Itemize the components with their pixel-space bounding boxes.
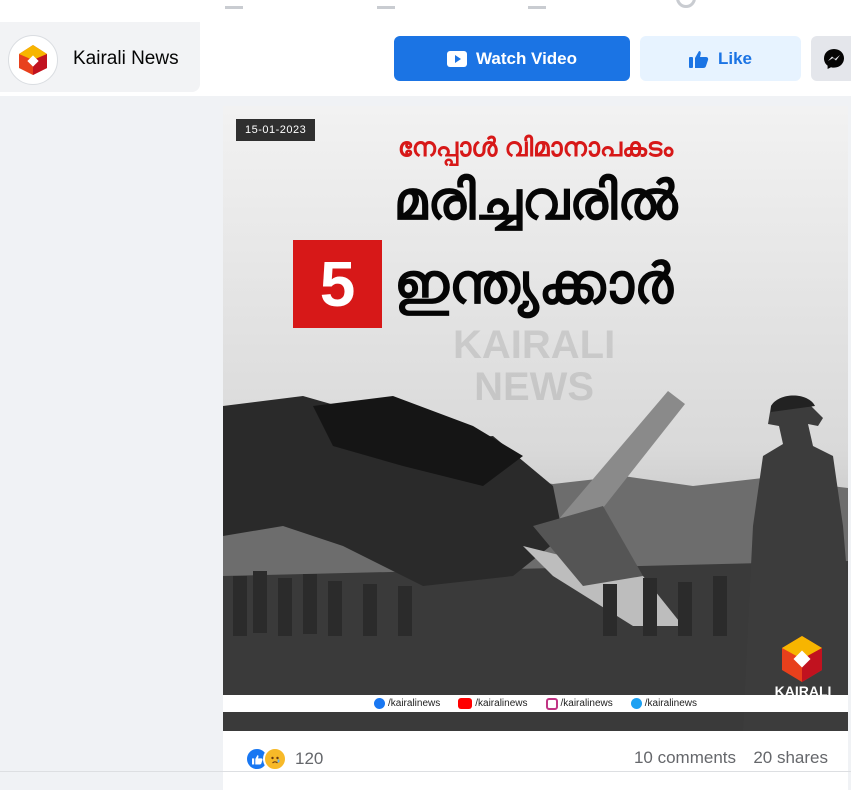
headline-line3: ഇന്ത്യക്കാർ xyxy=(394,251,674,315)
watch-video-button[interactable]: Watch Video xyxy=(394,36,630,81)
page-header: Kairali News Watch Video Like xyxy=(0,22,851,96)
watermark-line1: KAIRALI xyxy=(453,323,616,367)
thumbs-up-icon xyxy=(688,50,709,68)
facebook-icon xyxy=(374,698,385,709)
twitter-icon xyxy=(630,698,642,709)
post-image[interactable]: 15-01-2023 നേപ്പാൾ വിമാനാപകടം മരിച്ചവരിൽ… xyxy=(223,106,848,731)
comments-count[interactable]: 10 comments xyxy=(634,748,736,768)
watch-video-label: Watch Video xyxy=(475,48,578,68)
brand-line2: NEWS xyxy=(777,697,829,716)
post-card: 15-01-2023 നേപ്പാൾ വിമാനാപകടം മരിച്ചവരിൽ… xyxy=(223,106,848,790)
youtube-icon xyxy=(458,698,473,709)
divider xyxy=(0,771,851,772)
headline-main: മരിച്ചവരിൽ xyxy=(393,171,678,231)
page-name[interactable]: Kairali News xyxy=(73,48,179,70)
watermark-line2: NEWS xyxy=(474,365,595,409)
play-icon xyxy=(446,50,467,67)
social-handles-bar: /kairalinews /kairalinews /kairalinews /… xyxy=(223,695,848,712)
top-toolbar-strip xyxy=(0,0,851,23)
nav-icon-partial[interactable] xyxy=(528,0,546,9)
messenger-icon xyxy=(824,48,844,69)
page-identity[interactable]: Kairali News xyxy=(0,22,200,92)
like-page-button[interactable]: Like xyxy=(640,36,801,81)
social-handle-instagram: /kairalinews xyxy=(545,697,613,710)
social-handle-facebook: /kairalinews xyxy=(374,698,440,709)
like-label: Like xyxy=(717,48,753,68)
headline-red: നേപ്പാൾ വിമാനാപകടം xyxy=(397,132,674,162)
reactions-summary[interactable]: 120 xyxy=(245,747,323,771)
headline-number-badge: 5 xyxy=(293,240,382,328)
nav-icon-partial[interactable] xyxy=(377,0,395,9)
shares-count[interactable]: 20 shares xyxy=(753,748,828,768)
kairali-logo-icon[interactable] xyxy=(8,35,58,85)
messenger-button[interactable] xyxy=(811,36,851,81)
social-handle-youtube: /kairalinews xyxy=(458,698,528,709)
brand-wordmark: KAIRALI NEWS xyxy=(763,684,843,716)
reaction-count: 120 xyxy=(295,749,324,768)
post-footer: 120 10 comments 20 shares xyxy=(223,731,848,790)
social-handle-twitter: /kairalinews xyxy=(630,698,697,709)
nav-icon-partial[interactable] xyxy=(225,0,243,9)
nav-icon-partial[interactable] xyxy=(676,0,696,8)
sad-icon xyxy=(263,747,287,771)
instagram-icon xyxy=(545,697,558,710)
headline-row: 5 ഇന്ത്യക്കാർ xyxy=(293,240,673,328)
watermark: KAIRALI NEWS xyxy=(453,324,615,408)
